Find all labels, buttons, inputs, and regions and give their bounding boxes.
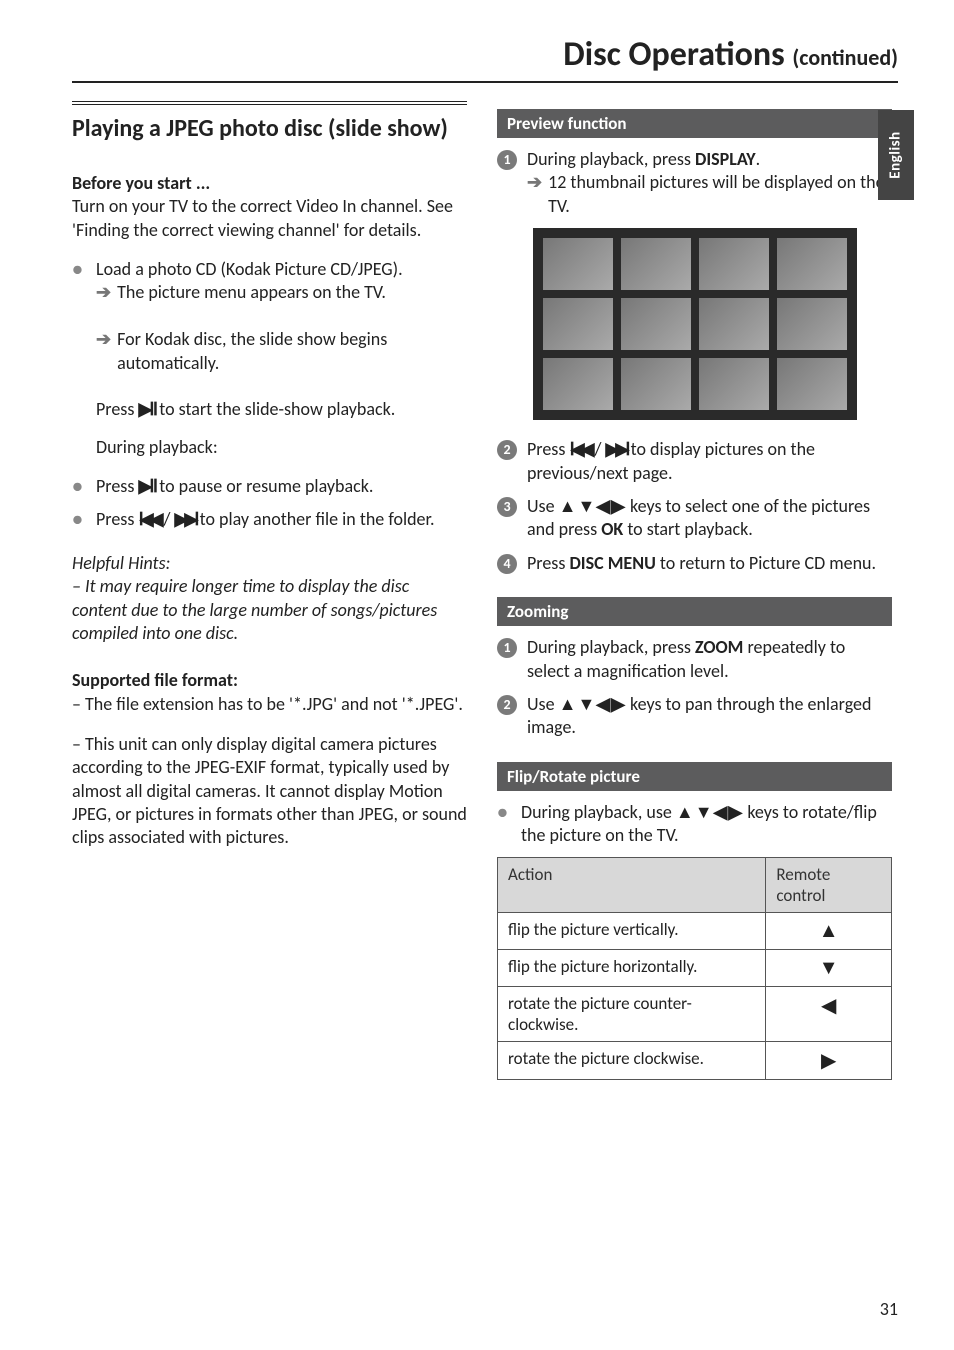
press-text-post: to start the slide-show playback. [155,398,395,420]
table-header-action: Action [498,858,766,913]
table-cell-action: flip the picture vertically. [498,913,766,950]
press-text-pre: Press [96,398,138,420]
prev-icon [138,509,159,529]
text-pre: Press [96,508,138,530]
before-head: Before you start ... [72,172,210,194]
text-pre: During playback, press [527,636,695,658]
before-you-start: Before you start ... Turn on your TV to … [72,172,467,242]
text-pre: Press [527,438,569,460]
hints-head: Helpful Hints: [72,552,170,574]
page-title: Disc Operations (continued) [72,34,898,83]
step-zoom-1: 1 During playback, press ZOOM repeatedly… [497,636,892,683]
table-header-row: Action Remote control [498,858,892,913]
text-pre: During playback, press [527,148,695,170]
text-post: to return to Picture CD menu. [656,552,876,574]
step-preview-1: 1 During playback, press DISPLAY. ➔ 12 t… [497,148,892,218]
language-label: English [887,131,905,178]
step-number-icon: 1 [497,638,517,658]
table-cell-key: ▼ [766,950,892,987]
table-cell-action: rotate the picture counter-clockwise. [498,987,766,1042]
table-row: rotate the picture counter-clockwise. ◀ [498,987,892,1042]
arrow-text: 12 thumbnail pictures will be displayed … [548,171,892,218]
text-pre: Press [527,552,569,574]
table-cell-action: flip the picture horizontally. [498,950,766,987]
play-pause-icon [138,476,155,496]
bullet-text: Load a photo CD (Kodak Picture CD/JPEG). [96,258,403,280]
feature-bar-flip: Flip/Rotate picture [497,762,892,791]
bullet-icon: ● [497,801,511,848]
hints-body: – It may require longer time to display … [72,575,437,644]
step-preview-2: 2 Press / to display pictures on the pre… [497,438,892,485]
nav-arrows-icon [559,694,626,714]
text-post: to play another file in the folder. [196,508,435,530]
text-pre: Press [96,475,138,497]
table-cell-key: ▶ [766,1042,892,1080]
text-bold: OK [601,518,623,540]
text-pre: During playback, use [521,801,676,823]
text-pre: Use [527,495,559,517]
step-zoom-2: 2 Use keys to pan through the enlarged i… [497,693,892,740]
supported-format-2: – This unit can only display digital cam… [72,733,467,850]
helpful-hints: Helpful Hints: – It may require longer t… [72,552,467,646]
table-cell-action: rotate the picture clockwise. [498,1042,766,1080]
before-body: Turn on your TV to the correct Video In … [72,195,453,240]
table-header-remote: Remote control [766,858,892,913]
section-heading: Playing a JPEG photo disc (slide show) [72,115,467,144]
text-pre: Use [527,693,559,715]
table-cell-key: ◀ [766,987,892,1042]
step-preview-4: 4 Press DISC MENU to return to Picture C… [497,552,892,575]
text-bold: DISC MENU [569,552,655,574]
title-continued: (continued) [792,44,898,71]
table-row: rotate the picture clockwise. ▶ [498,1042,892,1080]
bullet-icon: ● [72,475,86,498]
step-number-icon: 2 [497,440,517,460]
table-row: flip the picture horizontally. ▼ [498,950,892,987]
text-bold: ZOOM [695,636,743,658]
text-mid: / [590,438,605,460]
bullet-prevnext: ● Press / to play another file in the fo… [72,508,467,531]
nav-arrows-icon [559,496,626,516]
feature-bar-zooming: Zooming [497,597,892,626]
text-bold: DISPLAY [695,148,756,170]
bullet-icon: ● [72,258,86,422]
section-rule [72,101,467,105]
table-row: flip the picture vertically. ▲ [498,913,892,950]
arrow-text: The picture menu appears on the TV. [117,281,386,304]
prev-icon [569,439,590,459]
left-column: Playing a JPEG photo disc (slide show) B… [72,101,467,1080]
text-post: to start playback. [623,518,753,540]
bullet-icon: ● [72,508,86,531]
title-main: Disc Operations [563,34,792,75]
step-number-icon: 3 [497,497,517,517]
step-number-icon: 1 [497,150,517,170]
supported-format-1: – The file extension has to be '*.JPG' a… [72,693,467,716]
table-cell-key: ▲ [766,913,892,950]
text-mid: / [159,508,174,530]
text-post: to pause or resume playback. [155,475,373,497]
right-column: Preview function 1 During playback, pres… [497,101,892,1080]
play-pause-icon [138,399,155,419]
nav-arrows-icon [676,802,743,822]
next-icon [175,509,196,529]
language-tab: English [878,110,914,200]
page-number: 31 [880,1298,898,1320]
text-post: . [756,148,761,170]
bullet-flip: ● During playback, use keys to rotate/fl… [497,801,892,848]
step-number-icon: 2 [497,695,517,715]
step-number-icon: 4 [497,554,517,574]
arrow-icon: ➔ [96,328,111,375]
bullet-pause: ● Press to pause or resume playback. [72,475,467,498]
feature-bar-preview: Preview function [497,109,892,138]
during-playback-label: During playback: [72,436,467,459]
flip-rotate-table: Action Remote control flip the picture v… [497,857,892,1080]
arrow-text: For Kodak disc, the slide show begins au… [117,328,467,375]
step-preview-3: 3 Use keys to select one of the pictures… [497,495,892,542]
bullet-load-cd: ● Load a photo CD (Kodak Picture CD/JPEG… [72,258,467,422]
arrow-icon: ➔ [527,171,542,218]
thumbnail-grid-illustration [497,228,892,420]
arrow-icon: ➔ [96,281,111,304]
next-icon [606,439,627,459]
supported-format-head: Supported file format: [72,669,467,691]
